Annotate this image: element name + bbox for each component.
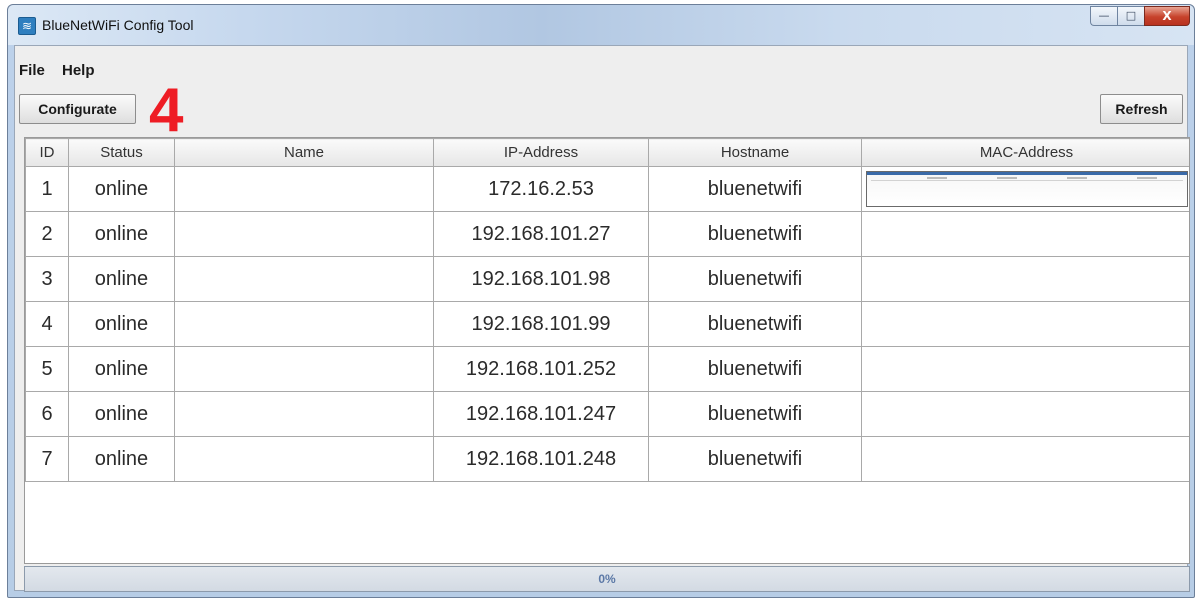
table-row[interactable]: 7 online 192.168.101.248 bluenetwifi	[25, 436, 1189, 482]
thumbnail-detail	[1136, 177, 1157, 179]
progress-bar: 0%	[24, 566, 1190, 592]
cell-id: 4	[25, 301, 69, 347]
column-header-mac-address[interactable]: MAC-Address	[861, 138, 1189, 167]
window-controls: — □ X	[1090, 6, 1190, 28]
column-header-hostname[interactable]: Hostname	[648, 138, 862, 167]
cell-status: online	[68, 166, 175, 212]
cell-hostname: bluenetwifi	[648, 166, 862, 212]
cell-ip-address: 192.168.101.247	[433, 391, 649, 437]
cell-ip-address: 192.168.101.99	[433, 301, 649, 347]
cell-hostname: bluenetwifi	[648, 256, 862, 302]
column-header-status[interactable]: Status	[68, 138, 175, 167]
cell-id: 6	[25, 391, 69, 437]
cell-mac-address	[861, 391, 1189, 437]
column-header-id[interactable]: ID	[25, 138, 69, 167]
cell-name[interactable]	[174, 436, 434, 482]
cell-mac-address	[861, 256, 1189, 302]
cell-name[interactable]	[174, 346, 434, 392]
menu-bar: File Help	[15, 46, 1187, 86]
cell-status: online	[68, 391, 175, 437]
cell-id: 7	[25, 436, 69, 482]
column-header-ip-address[interactable]: IP-Address	[433, 138, 649, 167]
cell-id: 5	[25, 346, 69, 392]
cell-name[interactable]	[174, 391, 434, 437]
table-row[interactable]: 1 online 172.16.2.53 bluenetwifi	[25, 166, 1189, 212]
cell-hostname: bluenetwifi	[648, 346, 862, 392]
table-row[interactable]: 6 online 192.168.101.247 bluenetwifi	[25, 391, 1189, 437]
column-header-name[interactable]: Name	[174, 138, 434, 167]
cell-id: 1	[25, 166, 69, 212]
client-area: File Help Configurate Refresh 4 ID Statu…	[14, 45, 1190, 592]
cell-name[interactable]	[174, 166, 434, 212]
cell-hostname: bluenetwifi	[648, 211, 862, 257]
table-row[interactable]: 5 online 192.168.101.252 bluenetwifi	[25, 346, 1189, 392]
thumbnail-detail	[926, 177, 947, 179]
cell-hostname: bluenetwifi	[648, 391, 862, 437]
title-bar[interactable]: ≋ BlueNetWiFi Config Tool — □ X	[8, 5, 1194, 45]
close-button[interactable]: X	[1144, 6, 1190, 26]
cell-id: 3	[25, 256, 69, 302]
cell-mac-address	[861, 346, 1189, 392]
thumbnail-detail	[996, 177, 1017, 179]
thumbnail-detail	[1066, 177, 1087, 179]
device-table-scroll[interactable]: ID Status Name IP-Address Hostname MAC-A…	[24, 137, 1190, 564]
refresh-button[interactable]: Refresh	[1100, 94, 1183, 124]
table-row[interactable]: 2 online 192.168.101.27 bluenetwifi	[25, 211, 1189, 257]
cell-ip-address: 172.16.2.53	[433, 166, 649, 212]
cell-status: online	[68, 346, 175, 392]
table-row[interactable]: 3 online 192.168.101.98 bluenetwifi	[25, 256, 1189, 302]
cell-status: online	[68, 256, 175, 302]
progress-label: 0%	[598, 572, 616, 586]
wifi-icon: ≋	[18, 17, 36, 35]
cell-ip-address: 192.168.101.98	[433, 256, 649, 302]
mac-thumbnail-image	[865, 171, 1188, 207]
window-title: BlueNetWiFi Config Tool	[42, 17, 194, 33]
maximize-button[interactable]: □	[1117, 6, 1144, 26]
cell-mac-address	[861, 211, 1189, 257]
cell-name[interactable]	[174, 301, 434, 347]
cell-ip-address: 192.168.101.248	[433, 436, 649, 482]
cell-hostname: bluenetwifi	[648, 301, 862, 347]
menu-file[interactable]: File	[19, 62, 45, 79]
cell-name[interactable]	[174, 256, 434, 302]
cell-ip-address: 192.168.101.252	[433, 346, 649, 392]
cell-mac-address	[861, 436, 1189, 482]
table-header-row: ID Status Name IP-Address Hostname MAC-A…	[25, 138, 1189, 167]
cell-hostname: bluenetwifi	[648, 436, 862, 482]
cell-id: 2	[25, 211, 69, 257]
cell-status: online	[68, 436, 175, 482]
thumbnail-line	[870, 180, 1183, 181]
menu-help[interactable]: Help	[62, 62, 95, 79]
cell-status: online	[68, 211, 175, 257]
app-window: ≋ BlueNetWiFi Config Tool — □ X File Hel…	[7, 4, 1195, 598]
cell-name[interactable]	[174, 211, 434, 257]
configurate-button[interactable]: Configurate	[19, 94, 136, 124]
cell-mac-address	[861, 166, 1189, 212]
cell-status: online	[68, 301, 175, 347]
cell-ip-address: 192.168.101.27	[433, 211, 649, 257]
device-table: ID Status Name IP-Address Hostname MAC-A…	[25, 138, 1189, 482]
table-row[interactable]: 4 online 192.168.101.99 bluenetwifi	[25, 301, 1189, 347]
cell-mac-address	[861, 301, 1189, 347]
minimize-button[interactable]: —	[1090, 6, 1117, 26]
step-annotation: 4	[149, 76, 184, 145]
